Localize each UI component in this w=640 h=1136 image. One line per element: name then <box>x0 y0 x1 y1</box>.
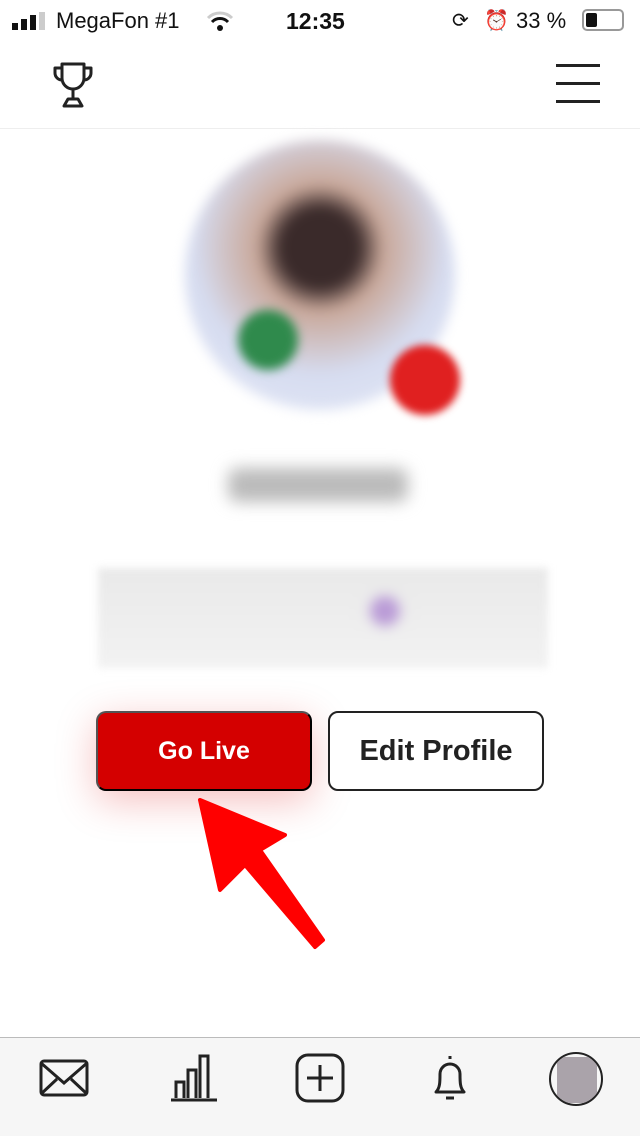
online-badge <box>238 310 298 370</box>
profile-tab-avatar[interactable] <box>549 1052 603 1106</box>
orientation-lock-icon: ⟳ <box>452 10 469 32</box>
username-blurred <box>228 468 408 502</box>
wifi-icon <box>206 11 234 31</box>
carrier-name: MegaFon #1 <box>56 8 180 33</box>
signal-icon <box>12 12 45 30</box>
header <box>0 42 640 129</box>
edit-profile-button[interactable]: Edit Profile <box>328 711 544 791</box>
clock: 12:35 <box>286 8 345 34</box>
trophy-icon[interactable] <box>48 60 98 110</box>
battery-icon <box>582 9 624 31</box>
status-bar: MegaFon #1 12:35 ⟳ ⏰ 33 % <box>0 0 640 42</box>
alarm-icon: ⏰ <box>484 10 509 32</box>
menu-icon[interactable] <box>556 64 600 104</box>
bio-blurred <box>98 568 548 668</box>
battery-percent: 33 % <box>516 8 567 33</box>
pointer-arrow-icon <box>198 798 325 949</box>
go-live-button[interactable]: Go Live <box>96 711 312 791</box>
bell-icon[interactable] <box>424 1052 476 1104</box>
add-icon[interactable] <box>294 1052 346 1104</box>
mail-icon[interactable] <box>38 1052 90 1104</box>
stats-icon[interactable] <box>168 1052 220 1104</box>
live-badge <box>390 345 460 415</box>
tab-bar <box>0 1037 640 1136</box>
